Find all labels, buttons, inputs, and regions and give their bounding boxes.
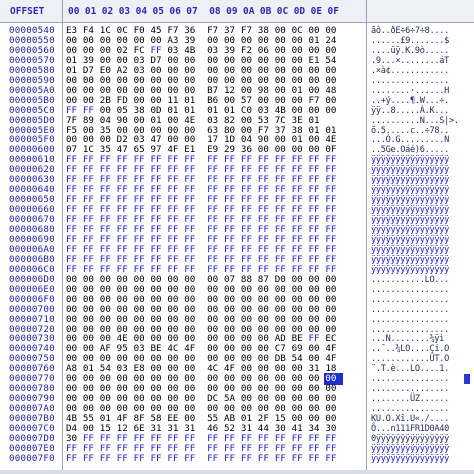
row-ascii[interactable]: .9...×........áT (371, 56, 449, 66)
row-ascii[interactable]: ................ (371, 295, 449, 305)
row-ascii[interactable]: ÿÿÿÿÿÿÿÿÿÿÿÿÿÿÿÿ (371, 165, 449, 175)
row-ascii[interactable]: õ.5.....c..÷78.. (371, 126, 449, 136)
column-header-0c: 0C (276, 6, 289, 17)
row-ascii[interactable]: ................ (371, 76, 449, 86)
column-header-01: 01 (84, 6, 97, 17)
column-header-02: 02 (101, 6, 114, 17)
hex-editor: OFFSET 00 01 02 03 04 05 06 07 08 09 0A 0B 0C 0D 0E 0F … (0, 0, 474, 474)
hex-byte[interactable]: FF (117, 453, 134, 464)
row-ascii[interactable]: ........ÜZ...... (371, 394, 449, 404)
column-header-0f: 0F (327, 6, 339, 17)
hex-byte[interactable]: FF (224, 453, 241, 464)
offset-header: OFFSET (10, 6, 45, 17)
hex-byte[interactable]: FF (134, 453, 151, 464)
row-ascii[interactable]: KU.O.Xî.U«./.... (371, 414, 449, 424)
row-ascii[interactable]: .×à¢............ (371, 66, 449, 76)
divider-offset (62, 0, 63, 474)
row-ascii[interactable]: ....üÿ.K.9ò..... (371, 46, 449, 56)
horizontal-scrollbar[interactable] (0, 470, 474, 474)
column-header-03: 03 (118, 6, 131, 17)
column-header-08: 08 (209, 6, 221, 17)
row-ascii[interactable]: ÿÿÿÿÿÿÿÿÿÿÿÿÿÿÿÿ (371, 265, 449, 275)
row-ascii[interactable]: ................ (371, 325, 449, 335)
hex-byte[interactable]: FF (207, 453, 224, 464)
row-ascii[interactable]: ..5Ge.Oáé)6..... (371, 145, 449, 155)
column-header-0b: 0B (259, 6, 272, 17)
column-header-09: 09 (226, 6, 238, 17)
column-header-0a: 0A (243, 6, 255, 17)
column-header-07: 07 (186, 6, 198, 17)
row-ascii[interactable]: ................ (371, 374, 449, 384)
row-ascii[interactable]: ...N........¾ÿì (371, 334, 444, 344)
hex-byte[interactable]: FF (100, 453, 117, 464)
hex-byte[interactable]: FF (184, 453, 201, 464)
hex-byte[interactable]: FF (275, 453, 292, 464)
row-ascii[interactable]: ................ (371, 384, 449, 394)
hex-byte[interactable]: 00 (325, 105, 342, 116)
row-ascii[interactable]: ..........N...S|>. (371, 116, 459, 126)
column-header-05: 05 (152, 6, 164, 17)
hex-byte[interactable]: FF (241, 453, 258, 464)
row-ascii[interactable]: ãô..ðE÷6÷7÷8.... (371, 26, 449, 36)
row-ascii[interactable]: ÿÿÿÿÿÿÿÿÿÿÿÿÿÿÿÿ (371, 215, 449, 225)
row-ascii[interactable]: ÿÿÿÿÿÿÿÿÿÿÿÿÿÿÿÿ (371, 245, 449, 255)
column-header-0e: 0E (310, 6, 323, 17)
row-ascii[interactable]: ..+ý....¶.W...÷. (371, 96, 449, 106)
row-ascii[interactable]: ................ (371, 305, 449, 315)
row-ascii[interactable]: Ô...n111FR1D0A40 (371, 424, 449, 434)
row-ascii[interactable]: ¨.T.è...LO....1. (371, 364, 449, 374)
column-header-06: 06 (169, 6, 181, 17)
row-ascii[interactable]: 0ÿÿÿÿÿÿÿÿÿÿÿÿÿÿÿ (371, 434, 449, 444)
hex-byte[interactable]: FF (167, 453, 184, 464)
row-ascii[interactable]: ................ (371, 404, 449, 414)
row-ascii[interactable]: ÿÿÿÿÿÿÿÿÿÿÿÿÿÿÿÿ (371, 444, 449, 454)
column-header-00: 00 (68, 6, 80, 17)
row-ascii[interactable]: ÿÿÿÿÿÿÿÿÿÿÿÿÿÿÿÿ (371, 255, 449, 265)
divider-ascii (366, 0, 367, 474)
row-ascii[interactable]: ÿÿÿÿÿÿÿÿÿÿÿÿÿÿÿÿ (371, 175, 449, 185)
column-header-0d: 0D (293, 6, 306, 17)
row-ascii[interactable]: ÿÿÿÿÿÿÿÿÿÿÿÿÿÿÿÿ (371, 185, 449, 195)
hex-byte[interactable]: FF (150, 453, 167, 464)
row-ascii[interactable]: ..¯..¾LO....Çi.O (371, 344, 449, 354)
row-offset: 000007F0 (9, 452, 55, 464)
row-ascii[interactable]: ............ÛT.O (371, 354, 449, 364)
row-ascii[interactable]: ÿÿ..8.....À.K... (371, 106, 449, 116)
hex-byte[interactable]: FF (83, 453, 100, 464)
row-ascii[interactable]: ÿÿÿÿÿÿÿÿÿÿÿÿÿÿÿÿ (371, 454, 449, 464)
row-ascii[interactable]: ÿÿÿÿÿÿÿÿÿÿÿÿÿÿÿÿ (371, 155, 449, 165)
row-ascii[interactable]: ................ (371, 285, 449, 295)
row-ascii[interactable]: ........·......H (371, 86, 449, 96)
hex-byte[interactable]: FF (258, 453, 275, 464)
row-ascii[interactable]: ÿÿÿÿÿÿÿÿÿÿÿÿÿÿÿÿ (371, 235, 449, 245)
row-ascii[interactable]: ................ (371, 315, 449, 325)
hex-byte[interactable]: FF (308, 453, 325, 464)
row-ascii[interactable]: ÿÿÿÿÿÿÿÿÿÿÿÿÿÿÿÿ (371, 225, 449, 235)
hex-byte[interactable]: FF (66, 453, 83, 464)
column-header: OFFSET 00 01 02 03 04 05 06 07 08 09 0A 0B 0C 0D 0E 0F (0, 0, 474, 22)
row-ascii[interactable]: ÿÿÿÿÿÿÿÿÿÿÿÿÿÿÿÿ (371, 205, 449, 215)
row-ascii[interactable]: ...Ò.G.........N (371, 135, 449, 145)
row-bytes: FF FF FF FF FF FF FF FF FF FF FF FF FF FF FF FF (66, 453, 342, 464)
header-divider (0, 22, 474, 23)
ascii-cursor (464, 374, 470, 385)
hex-byte[interactable]: FF (325, 453, 342, 464)
hex-byte[interactable]: FF (292, 453, 309, 464)
row-ascii[interactable]: ÿÿÿÿÿÿÿÿÿÿÿÿÿÿÿÿ (371, 195, 449, 205)
row-ascii[interactable]: ...........LO... (371, 275, 449, 285)
row-ascii[interactable]: ......£9.......$ (371, 36, 449, 46)
column-header-04: 04 (135, 6, 148, 17)
